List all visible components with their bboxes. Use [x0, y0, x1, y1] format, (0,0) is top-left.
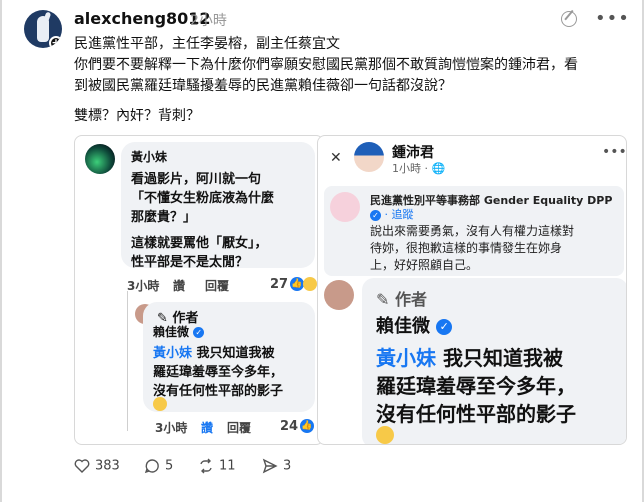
commenter-avatar — [85, 144, 115, 174]
comment-bubble: 黃小妹 看過影片，阿川就一句 「不懂女生粉底液為什麼 那麼貴？」 這樣就要罵他「… — [121, 142, 315, 270]
poster-time: 1小時 · 🌐 — [392, 162, 446, 175]
close-icon: ✕ — [330, 150, 342, 166]
post-text-line: 民進黨性平部，主任李晏榕，副主任蔡宜文 — [74, 36, 340, 52]
sad-emoji-icon — [376, 426, 394, 444]
reply-avatar — [324, 280, 354, 310]
user-avatar[interactable]: + — [24, 10, 62, 48]
quoted-line: 待妳，很抱歉這樣的事情發生在妳身 — [370, 241, 563, 255]
more-options-icon: ••• — [602, 144, 627, 160]
laugh-reaction-icon — [303, 277, 317, 291]
comment-reaction-count: 27 — [270, 277, 289, 292]
comment-reply-link[interactable]: 回覆 — [205, 277, 229, 294]
like-count: 383 — [95, 458, 120, 474]
post-text-line: 雙標？內奸？背刺？ — [74, 108, 200, 124]
follow-plus-icon[interactable]: + — [49, 36, 62, 48]
comment-count: 5 — [165, 458, 174, 474]
zoomed-reply: ✎ 作者 賴佳微 ✓ 黃小妹 我只知道我被 羅廷瑋羞辱至今多年， 沒有任何性平部… — [362, 278, 626, 444]
reply-line: 黃小妹 我只知道我被 — [376, 346, 563, 370]
verified-icon: ✓ — [436, 319, 453, 335]
poster-avatar — [354, 142, 384, 172]
reply-line: 羅廷瑋羞辱至今多年， — [376, 374, 576, 398]
reply-line: 黃小妹 我只知道我被 — [153, 346, 275, 361]
attached-image-left[interactable]: 黃小妹 看過影片，阿川就一句 「不懂女生粉底液為什麼 那麼貴？」 這樣就要罵他「… — [74, 135, 324, 445]
bunny-figure — [37, 16, 49, 42]
verified-icon: ✓ — [193, 327, 205, 338]
author-tag: ✎ 作者 — [376, 290, 427, 309]
comment-button[interactable]: 5 — [144, 458, 173, 474]
reply-reply-link[interactable]: 回覆 — [227, 419, 251, 436]
quoted-line: 說出來需要勇氣，沒有人有權力這樣對 — [370, 224, 575, 238]
reply-author-name: 賴佳微 ✓ — [376, 312, 453, 338]
repost-count: 11 — [219, 458, 236, 474]
poster-name: 鍾沛君 — [392, 145, 434, 161]
quoted-comment: 民進黨性別平等事務部 Gender Equality DPP ✓ · 追蹤 說出… — [324, 186, 624, 276]
reply-reaction-count: 24 — [280, 419, 299, 434]
comment-line: 這樣就要罵他「厭女」， — [131, 236, 268, 251]
quoted-line: 上，好好照顧自己。 — [370, 258, 479, 272]
share-count: 3 — [283, 458, 292, 474]
like-reaction-icon: 👍 — [290, 277, 304, 291]
comment-like-link[interactable]: 讚 — [173, 277, 185, 294]
like-button[interactable]: 383 — [74, 458, 120, 474]
attached-image-right[interactable]: ✕ 鍾沛君 1小時 · 🌐 ••• 民進黨性別平等事務部 Gender Equa… — [317, 135, 627, 445]
reply-like-link[interactable]: 讚 — [201, 419, 213, 436]
heart-icon — [74, 459, 90, 473]
reply-author-name: 賴佳微 ✓ — [153, 323, 205, 340]
more-options-icon[interactable]: ••• — [595, 8, 630, 29]
post-time: 2小時 — [190, 13, 227, 29]
reply-line: 沒有任何性平部的影子 — [153, 384, 284, 399]
share-button[interactable]: 3 — [262, 458, 291, 474]
dpp-avatar — [330, 192, 360, 222]
reply-time: 3小時 — [155, 421, 188, 435]
activity-icon[interactable] — [561, 11, 577, 27]
sad-emoji-icon — [153, 397, 167, 411]
repost-button[interactable]: 11 — [198, 458, 236, 474]
comment-line: 性平部是不是太閒？ — [131, 255, 249, 270]
window-border-left — [0, 0, 2, 502]
reply-bubble: ✎ 作者 賴佳微 ✓ 黃小妹 我只知道我被 羅廷瑋羞辱至今多年， 沒有任何性平部… — [143, 302, 315, 412]
comment-line: 看過影片，阿川就一句 — [131, 172, 262, 187]
verified-icon: ✓ — [370, 209, 381, 221]
quoted-follow: ✓ · 追蹤 — [370, 206, 414, 222]
reply-line: 沒有任何性平部的影子 — [376, 402, 576, 426]
comment-line: 那麼貴？」 — [131, 210, 197, 225]
send-icon — [262, 458, 278, 474]
comment-line: 「不懂女生粉底液為什麼 — [131, 191, 275, 206]
mention-link: 黃小妹 — [153, 346, 193, 361]
post-text-line: 到被國民黨羅廷瑋騷擾羞辱的民進黨賴佳薇卻一句話都沒說？ — [74, 78, 452, 94]
post-text-line: 你們要不要解釋一下為什麼你們寧願安慰國民黨那個不敢質詢愷愷案的鍾沛君，看 — [74, 57, 578, 73]
comment-icon — [144, 459, 159, 474]
repost-icon — [200, 458, 212, 474]
reply-line: 羅廷瑋羞辱至今多年， — [153, 365, 284, 380]
like-reaction-icon: 👍 — [300, 419, 314, 433]
commenter-name: 黃小妹 — [131, 150, 168, 164]
